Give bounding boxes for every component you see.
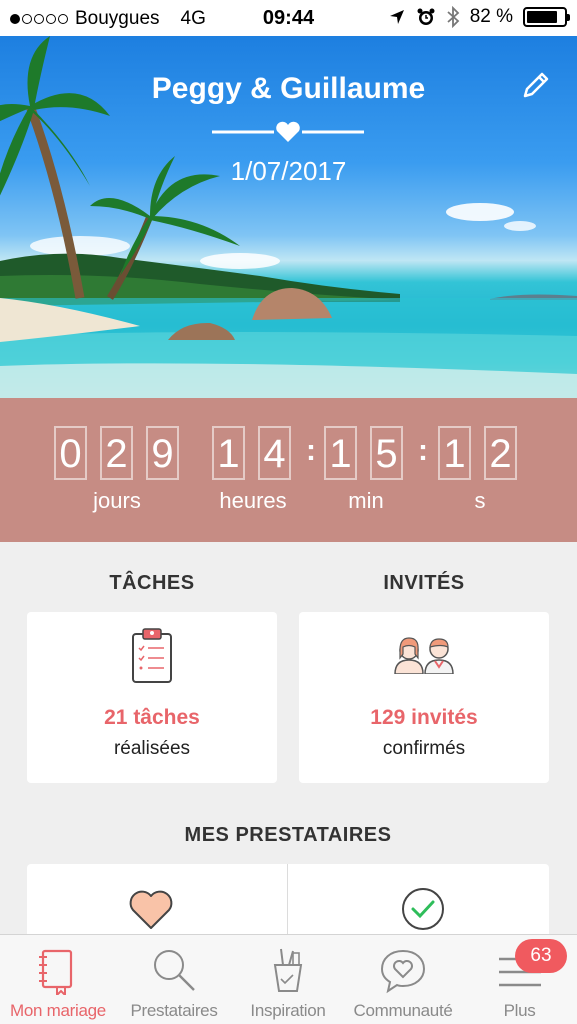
countdown-seconds-digit-2: 2: [484, 426, 517, 480]
battery-percent: 82 %: [469, 6, 513, 27]
tab-label: Inspiration: [250, 1001, 326, 1020]
guests-count: 129 invités: [370, 706, 478, 729]
countdown-separator: :: [418, 434, 428, 467]
chat-heart-icon: [380, 949, 426, 994]
hero-banner: Peggy & Guillaume 1/07/2017: [0, 36, 577, 398]
countdown-hours-digit-2: 4: [258, 426, 291, 480]
guests-couple-icon: [394, 637, 454, 674]
alarm-clock-icon: [417, 8, 435, 25]
countdown-hours-digit-1: 1: [212, 426, 245, 480]
guests-caption: confirmés: [382, 738, 466, 759]
countdown-minutes-digit-2: 5: [370, 426, 403, 480]
pencil-cup-icon: [273, 948, 303, 992]
heart-favorites-icon[interactable]: [128, 888, 174, 930]
countdown-days-digit-2: 2: [100, 426, 133, 480]
location-arrow-icon: [389, 10, 404, 24]
wedding-date: 1/07/2017: [230, 156, 347, 186]
check-circle-icon[interactable]: [400, 886, 446, 932]
edit-pencil-icon[interactable]: [521, 70, 551, 100]
guests-card[interactable]: 129 invités confirmés: [299, 612, 549, 783]
tasks-card[interactable]: 21 tâches réalisées: [27, 612, 277, 783]
countdown-seconds-label: s: [474, 488, 486, 513]
tab-communaute[interactable]: Communauté: [344, 935, 462, 1024]
countdown-minutes-label: min: [348, 488, 384, 513]
battery-fill: [527, 11, 557, 23]
tab-label: Mon mariage: [10, 1001, 106, 1020]
tab-label: Prestataires: [130, 1001, 218, 1020]
bluetooth-icon: [447, 6, 459, 28]
tasks-count: 21 tâches: [104, 706, 200, 729]
tab-mon-mariage[interactable]: Mon mariage: [0, 935, 116, 1024]
countdown-days-digit-1: 0: [54, 426, 87, 480]
tab-label: Plus: [503, 1001, 536, 1020]
heart-icon: [276, 121, 300, 142]
countdown-separator: :: [306, 434, 316, 467]
search-icon: [154, 950, 195, 991]
tab-label: Communauté: [353, 1001, 453, 1020]
countdown-days-digit-3: 9: [146, 426, 179, 480]
guests-title: INVITÉS: [383, 572, 465, 594]
tab-inspiration[interactable]: Inspiration: [232, 935, 344, 1024]
vendors-title: MES PRESTATAIRES: [184, 824, 392, 846]
status-bar-right: 82 %: [388, 6, 570, 28]
battery-icon: [523, 7, 570, 27]
notebook-icon: [39, 949, 73, 995]
countdown-minutes-digit-1: 1: [324, 426, 357, 480]
heart-divider: [212, 121, 364, 142]
tab-prestataires[interactable]: Prestataires: [116, 935, 232, 1024]
countdown-seconds-digit-1: 1: [438, 426, 471, 480]
tab-bar: Mon mariage Prestataires Inspiration Com…: [0, 934, 577, 1024]
countdown-hours-label: heures: [219, 488, 287, 513]
couple-names: Peggy & Guillaume: [151, 72, 426, 105]
notification-badge: 63: [515, 939, 567, 973]
countdown-days-label: jours: [93, 488, 141, 513]
countdown-panel: 0 2 9 1 4 : 1 5 : 1 2 jours heures min s: [0, 398, 577, 542]
tasks-caption: réalisées: [113, 738, 191, 759]
clipboard-checklist-icon: [132, 628, 172, 683]
status-bar: Bouygues 4G 09:44 82 %: [0, 0, 577, 36]
tasks-title: TÂCHES: [109, 572, 195, 594]
